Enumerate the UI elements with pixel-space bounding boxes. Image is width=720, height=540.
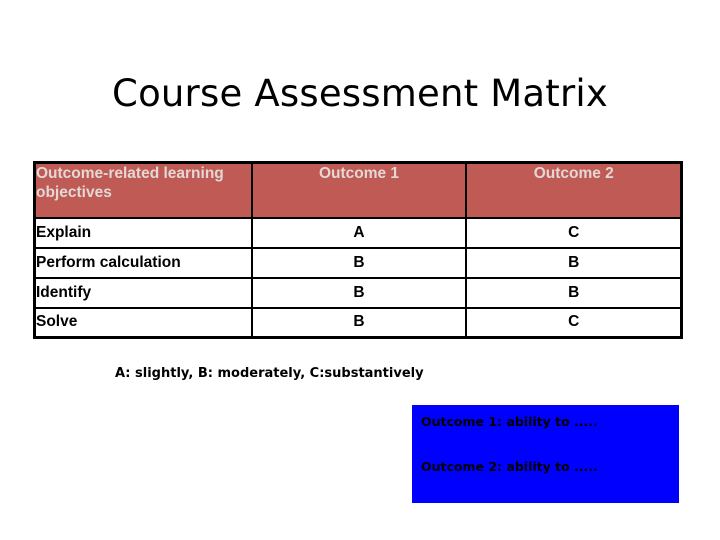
table-row: Solve B C <box>33 306 683 339</box>
cell-rating-outcome-2: B <box>465 246 683 279</box>
cell-rating-outcome-1: B <box>250 306 468 339</box>
cell-rating-outcome-1: B <box>250 276 468 309</box>
cell-objective: Explain <box>33 216 253 249</box>
matrix-header-row: Outcome-related learning objectives Outc… <box>33 161 683 219</box>
cell-rating-outcome-2: C <box>465 216 683 249</box>
course-assessment-matrix: Outcome-related learning objectives Outc… <box>33 161 683 339</box>
matrix-body: Explain A C Perform calculation B B Iden… <box>33 216 683 339</box>
slide-canvas: Course Assessment Matrix Outcome-related… <box>0 0 720 540</box>
page-title: Course Assessment Matrix <box>112 72 608 115</box>
cell-rating-outcome-1: A <box>250 216 468 249</box>
cell-rating-outcome-2: B <box>465 276 683 309</box>
outcome-definitions-box: Outcome 1: ability to ..... Outcome 2: a… <box>412 405 679 503</box>
outcome-definition-1: Outcome 1: ability to ..... <box>421 414 598 429</box>
column-header-outcome-1: Outcome 1 <box>250 161 468 219</box>
cell-objective: Identify <box>33 276 253 309</box>
matrix-header: Outcome-related learning objectives Outc… <box>33 161 683 219</box>
cell-objective: Perform calculation <box>33 246 253 279</box>
column-header-outcome-2: Outcome 2 <box>465 161 683 219</box>
rating-legend: A: slightly, B: moderately, C:substantiv… <box>115 366 424 381</box>
cell-rating-outcome-1: B <box>250 246 468 279</box>
cell-objective: Solve <box>33 306 253 339</box>
table-row: Explain A C <box>33 216 683 249</box>
cell-rating-outcome-2: C <box>465 306 683 339</box>
table-row: Perform calculation B B <box>33 246 683 279</box>
table-row: Identify B B <box>33 276 683 309</box>
column-header-objectives: Outcome-related learning objectives <box>33 161 253 219</box>
outcome-definition-2: Outcome 2: ability to ..... <box>421 459 598 474</box>
